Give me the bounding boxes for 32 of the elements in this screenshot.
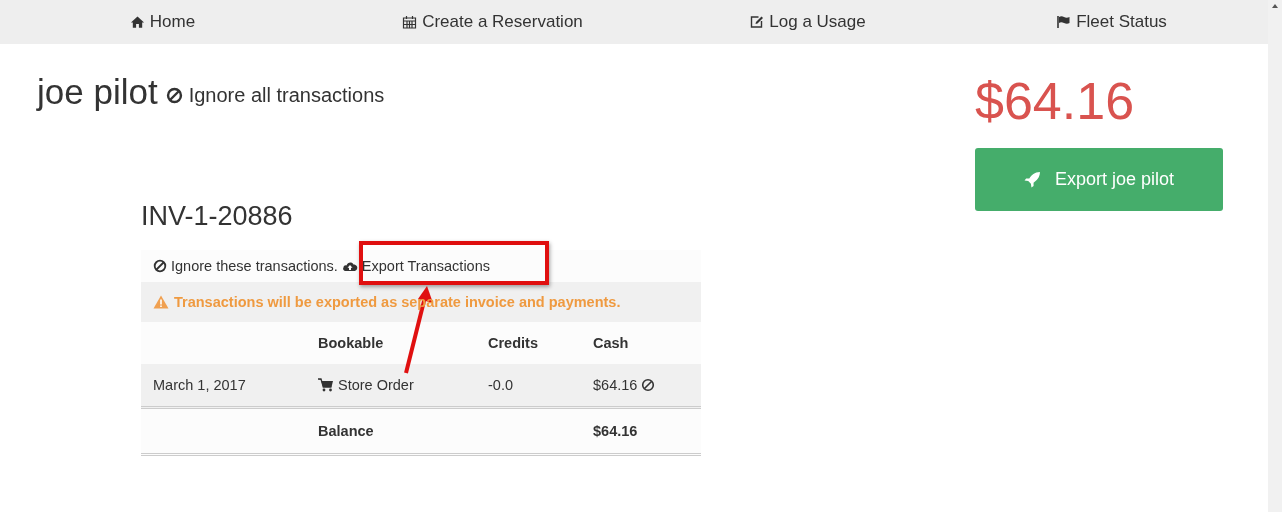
- edit-icon: [749, 15, 765, 29]
- pilot-name: joe pilot: [37, 72, 158, 112]
- column-header: Bookable: [317, 335, 385, 351]
- balance-amount: $64.16: [975, 71, 1135, 132]
- table-cell-text: March 1, 2017: [152, 377, 247, 393]
- ban-icon[interactable]: [641, 378, 656, 392]
- cart-icon: [318, 378, 334, 392]
- rocket-icon: [1023, 171, 1041, 188]
- nav-link[interactable]: Create a Reservation: [325, 12, 660, 32]
- cloud-upload-icon: [341, 260, 358, 272]
- ignore-transactions-link[interactable]: Ignore these transactions.: [153, 258, 338, 274]
- table-cell-text: -0.0: [487, 377, 514, 393]
- column-header: Cash: [592, 335, 630, 351]
- ban-icon: [153, 259, 167, 273]
- table-cell: $64.16: [593, 377, 638, 393]
- warning-icon: [153, 295, 169, 309]
- flag-icon: [1056, 15, 1072, 29]
- table-cell: Store Order: [338, 377, 414, 393]
- nav-link[interactable]: Log a Usage: [660, 12, 955, 32]
- invoice-title: INV-1-20886: [141, 201, 294, 232]
- column-header: Credits: [487, 335, 539, 351]
- balance-total: $64.16: [592, 423, 639, 439]
- ignore-all-link[interactable]: Ignore all transactions: [165, 84, 385, 107]
- scrollbar[interactable]: [1268, 0, 1282, 512]
- ban-icon: [165, 87, 183, 104]
- calendar-icon: [402, 15, 418, 29]
- scroll-up-icon[interactable]: [1271, 3, 1279, 9]
- export-transactions-link[interactable]: Export Transactions: [341, 258, 490, 274]
- nav-link[interactable]: Fleet Status: [955, 12, 1268, 32]
- balance-label: Balance: [317, 423, 375, 439]
- home-icon: [129, 15, 145, 29]
- nav-link[interactable]: Home: [0, 12, 325, 32]
